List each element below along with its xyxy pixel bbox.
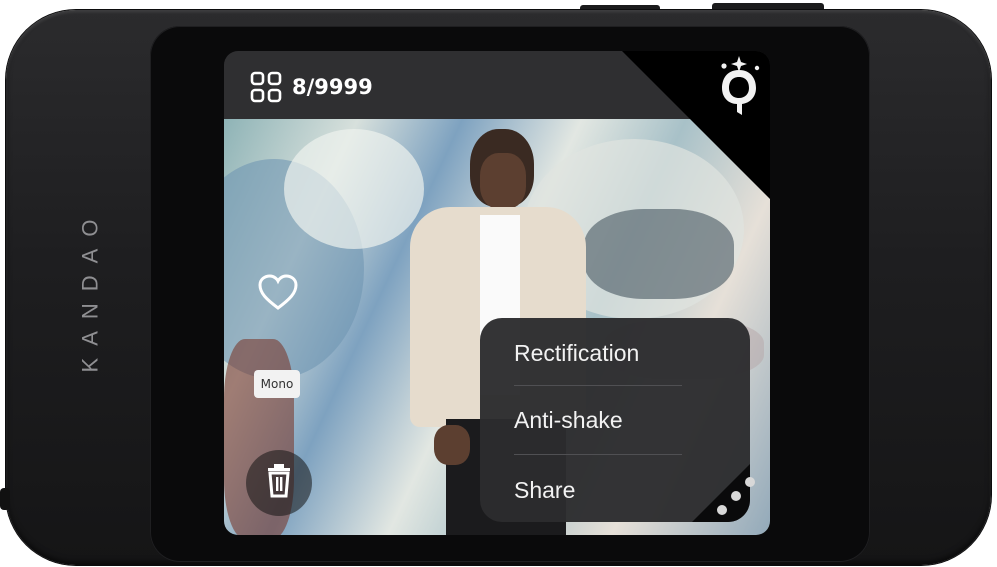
grid-icon[interactable]	[250, 71, 282, 103]
more-dots-icon[interactable]	[712, 470, 762, 520]
gallery-counter: 8/9999	[250, 71, 373, 103]
photo-counter: 8/9999	[292, 75, 373, 99]
brand-logo: KANDAO	[70, 160, 110, 420]
brand-text: KANDAO	[77, 207, 103, 373]
delete-button[interactable]	[246, 450, 312, 516]
filter-badge: Mono	[254, 370, 300, 398]
menu-item-rectification[interactable]: Rectification	[514, 328, 714, 378]
q-logo-icon	[721, 56, 760, 115]
trash-icon	[268, 464, 290, 498]
context-menu: Rectification Anti-shake Share	[480, 318, 750, 522]
menu-item-share[interactable]: Share	[514, 465, 714, 515]
menu-divider	[514, 385, 682, 386]
side-button[interactable]	[0, 488, 10, 510]
menu-divider	[514, 454, 682, 455]
menu-item-anti-shake[interactable]: Anti-shake	[514, 395, 714, 445]
heart-icon[interactable]	[256, 272, 300, 312]
filter-badge-label: Mono	[260, 377, 294, 391]
